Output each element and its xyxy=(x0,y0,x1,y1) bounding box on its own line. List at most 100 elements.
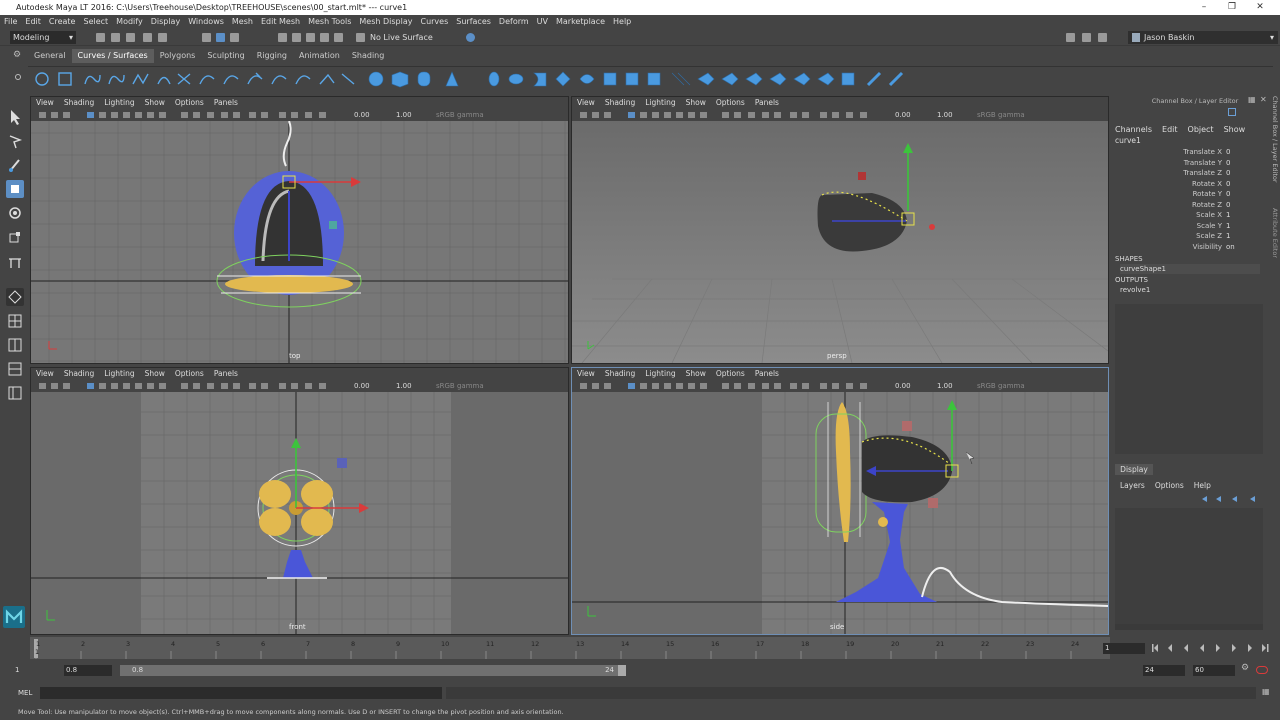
viewport-persp[interactable]: View Shading Lighting Show Options Panels 0.0… xyxy=(571,96,1109,364)
select-object-icon[interactable] xyxy=(216,33,225,42)
vp-menu-panels[interactable]: Panels xyxy=(209,97,243,109)
display-tab[interactable]: Display xyxy=(1115,464,1153,475)
menu-mesh[interactable]: Mesh xyxy=(228,15,257,29)
viewport-canvas[interactable] xyxy=(31,392,568,634)
vp-menu-shading[interactable]: Shading xyxy=(600,97,640,109)
tab-rigging[interactable]: Rigging xyxy=(251,49,293,63)
cb-menu-edit[interactable]: Edit xyxy=(1157,124,1183,135)
viewport-front[interactable]: View Shading Lighting Show Options Panels 0.0… xyxy=(30,367,569,635)
lasso-tool-icon[interactable] xyxy=(6,132,24,150)
vp-menu-show[interactable]: Show xyxy=(681,97,711,109)
menu-edit[interactable]: Edit xyxy=(21,15,45,29)
vp-menu-view[interactable]: View xyxy=(31,97,59,109)
cb-menu-show[interactable]: Show xyxy=(1219,124,1251,135)
layout-two-icon[interactable] xyxy=(6,360,24,378)
layer-menu-help[interactable]: Help xyxy=(1189,480,1216,491)
redo-icon[interactable] xyxy=(158,33,167,42)
vp-menu-view[interactable]: View xyxy=(572,97,600,109)
range-handle[interactable] xyxy=(618,665,626,676)
panel-layout-icon[interactable] xyxy=(1066,33,1075,42)
output-item[interactable]: revolve1 xyxy=(1120,285,1150,295)
menu-marketplace[interactable]: Marketplace xyxy=(552,15,609,29)
attr-value[interactable]: 0 xyxy=(1226,158,1230,168)
gamma-value[interactable]: 1.00 xyxy=(396,109,412,121)
select-hierarchy-icon[interactable] xyxy=(202,33,211,42)
attr-value[interactable]: on xyxy=(1226,242,1235,252)
vp-menu-options[interactable]: Options xyxy=(711,368,750,380)
vp-menu-options[interactable]: Options xyxy=(170,97,209,109)
range-end-field[interactable]: 24 xyxy=(1143,665,1185,676)
vp-menu-view[interactable]: View xyxy=(31,368,59,380)
vp-menu-show[interactable]: Show xyxy=(140,97,170,109)
color-space-select[interactable]: sRGB gamma xyxy=(977,109,1025,121)
rotate-tool-icon[interactable] xyxy=(6,204,24,222)
snap-grid-icon[interactable] xyxy=(278,33,287,42)
color-space-select[interactable]: sRGB gamma xyxy=(436,109,484,121)
script-editor-icon[interactable]: ▦ xyxy=(1262,687,1270,696)
menu-windows[interactable]: Windows xyxy=(184,15,228,29)
layer-menu-options[interactable]: Options xyxy=(1150,480,1189,491)
key-toggle-icon[interactable] xyxy=(1256,666,1268,674)
render-icon[interactable] xyxy=(466,33,475,42)
color-space-select[interactable]: sRGB gamma xyxy=(436,380,484,392)
gear-icon[interactable]: ⚙ xyxy=(13,51,21,60)
attr-value[interactable]: 0 xyxy=(1226,200,1230,210)
menu-edit-mesh[interactable]: Edit Mesh xyxy=(257,15,304,29)
tab-shading[interactable]: Shading xyxy=(346,49,391,63)
viewport-canvas[interactable] xyxy=(31,120,568,363)
viewport-side[interactable]: View Shading Lighting Show Options Panels 0.0… xyxy=(571,367,1109,635)
cb-menu-channels[interactable]: Channels xyxy=(1110,124,1157,135)
move-tool-icon[interactable] xyxy=(6,180,24,198)
anim-prefs-icon[interactable]: ⚙ xyxy=(1241,664,1249,673)
range-start-field[interactable]: 1 xyxy=(15,665,19,676)
menu-curves[interactable]: Curves xyxy=(416,15,452,29)
live-surface-label[interactable]: No Live Surface xyxy=(370,32,433,43)
select-tool-icon[interactable] xyxy=(6,108,24,126)
vp-menu-lighting[interactable]: Lighting xyxy=(640,97,680,109)
menu-mesh-display[interactable]: Mesh Display xyxy=(355,15,416,29)
vp-menu-shading[interactable]: Shading xyxy=(600,368,640,380)
attr-value[interactable]: 0 xyxy=(1226,147,1230,157)
viewport-canvas[interactable] xyxy=(572,392,1108,634)
shape-item[interactable]: curveShape1 xyxy=(1120,264,1260,274)
tab-attribute-editor[interactable]: Attribute Editor xyxy=(1270,208,1280,258)
vp-menu-options[interactable]: Options xyxy=(711,97,750,109)
menu-uv[interactable]: UV xyxy=(533,15,552,29)
current-frame-field[interactable]: 1 xyxy=(1103,643,1145,654)
select-component-icon[interactable] xyxy=(230,33,239,42)
tab-polygons[interactable]: Polygons xyxy=(154,49,202,63)
attr-rotate-y[interactable]: Rotate Y 0 xyxy=(1110,189,1260,199)
snap-surface-icon[interactable] xyxy=(334,33,343,42)
range-bar[interactable]: 0.8 24 xyxy=(120,665,626,676)
outliner-icon[interactable] xyxy=(1098,33,1107,42)
attr-visibility[interactable]: Visibility on xyxy=(1110,242,1260,252)
gamma-value[interactable]: 1.00 xyxy=(937,109,953,121)
range-inner-start-field[interactable]: 0.8 xyxy=(64,665,112,676)
open-scene-icon[interactable] xyxy=(111,33,120,42)
close-button[interactable]: ✕ xyxy=(1246,0,1274,15)
attr-value[interactable]: 0 xyxy=(1226,179,1230,189)
menu-display[interactable]: Display xyxy=(147,15,185,29)
attr-value[interactable]: 1 xyxy=(1226,210,1230,220)
attr-translate-z[interactable]: Translate Z 0 xyxy=(1110,168,1260,178)
snap-view-icon[interactable] xyxy=(320,33,329,42)
undo-icon[interactable] xyxy=(143,33,152,42)
attr-rotate-x[interactable]: Rotate X 0 xyxy=(1110,179,1260,189)
attr-rotate-z[interactable]: Rotate Z 0 xyxy=(1110,200,1260,210)
vp-menu-show[interactable]: Show xyxy=(681,368,711,380)
snap-curve-icon[interactable] xyxy=(292,33,301,42)
time-slider[interactable]: 1 2 3 4 5 6 7 8 9 10 11 12 13 14 15 16 1… xyxy=(30,637,1110,659)
command-input[interactable] xyxy=(40,687,442,699)
panel-toggle-icon[interactable] xyxy=(1082,33,1091,42)
vp-menu-lighting[interactable]: Lighting xyxy=(640,368,680,380)
layer-scrollbar[interactable] xyxy=(1115,624,1263,630)
float-icon[interactable]: ▦ xyxy=(1248,96,1256,104)
vp-menu-shading[interactable]: Shading xyxy=(59,97,99,109)
attr-scale-z[interactable]: Scale Z 1 xyxy=(1110,231,1260,241)
menu-select[interactable]: Select xyxy=(79,15,112,29)
menu-modify[interactable]: Modify xyxy=(112,15,147,29)
vp-menu-options[interactable]: Options xyxy=(170,368,209,380)
object-name[interactable]: curve1 xyxy=(1115,136,1141,146)
color-space-select[interactable]: sRGB gamma xyxy=(977,380,1025,392)
attr-translate-x[interactable]: Translate X 0 xyxy=(1110,147,1260,157)
